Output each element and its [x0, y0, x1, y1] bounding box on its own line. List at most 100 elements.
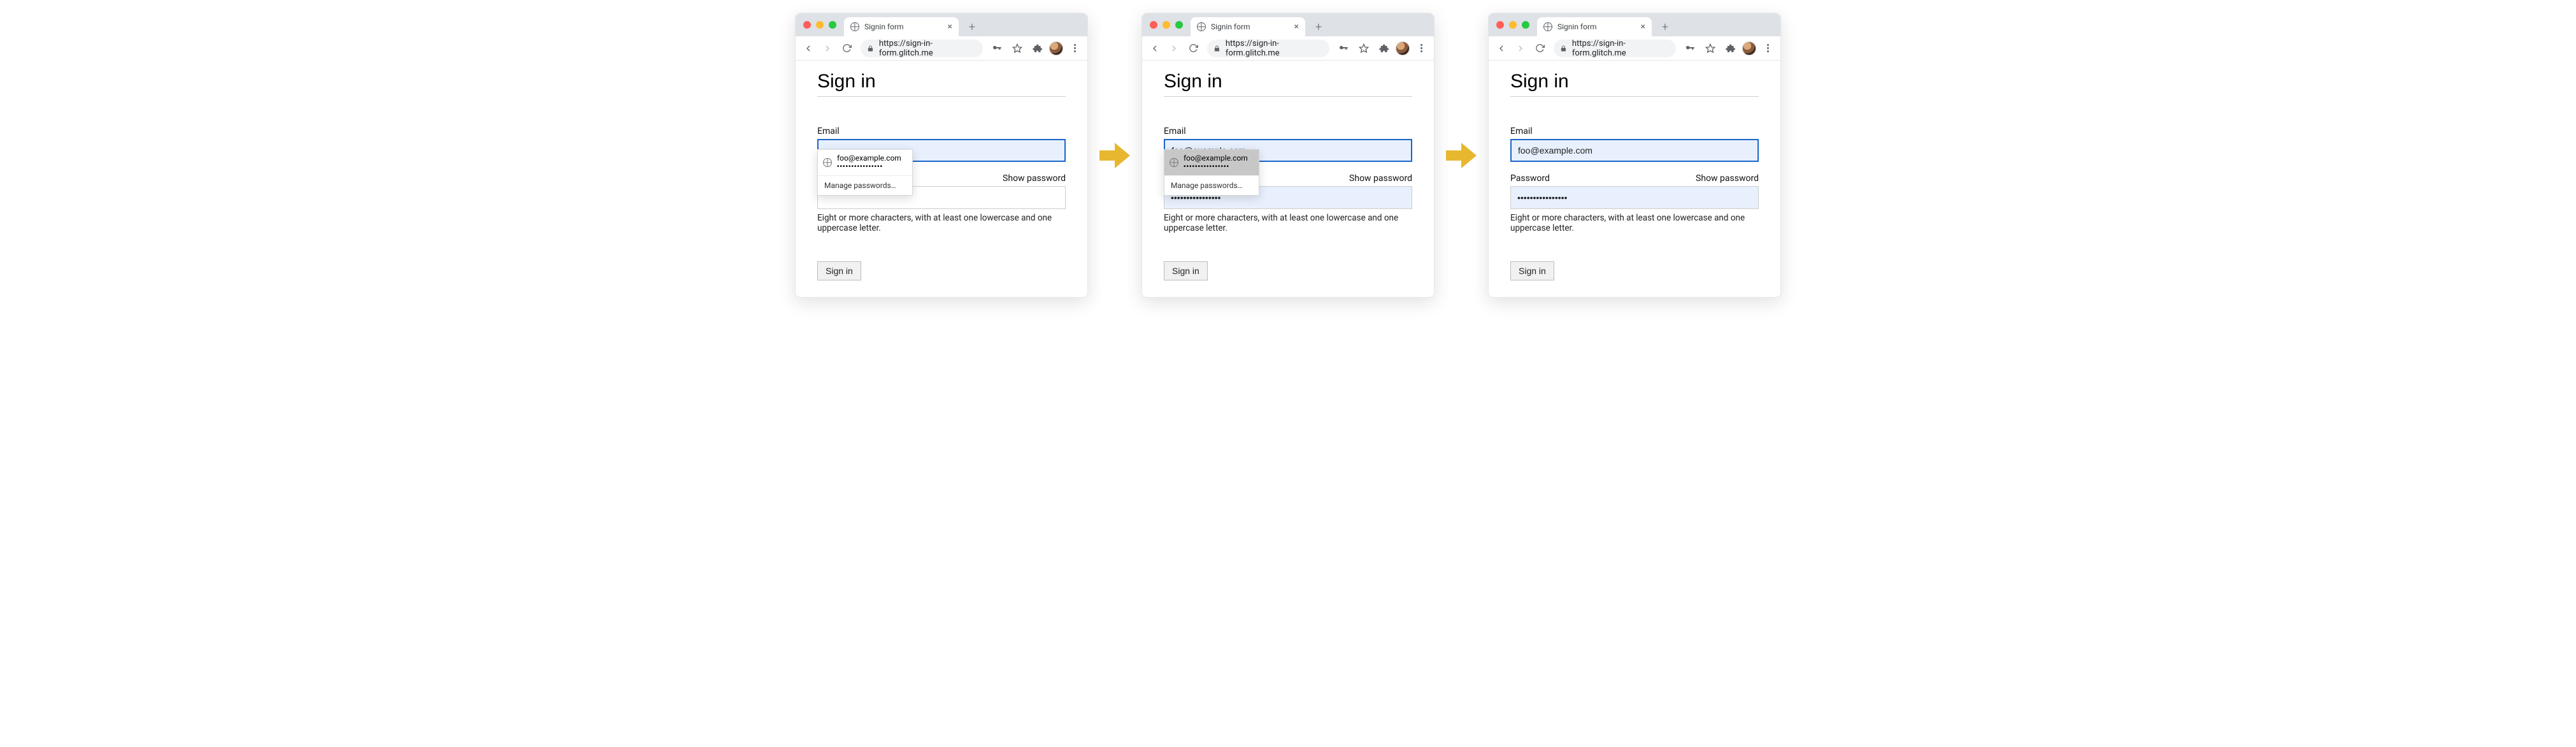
minimize-window-button[interactable] [1163, 21, 1170, 29]
divider [817, 96, 1066, 97]
email-field[interactable] [1510, 139, 1759, 162]
autofill-suggestion[interactable]: foo@example.com •••••••••••••••• [818, 150, 912, 176]
new-tab-button[interactable]: + [964, 18, 980, 35]
email-field-group: Email foo@example.com •••••••••••••••• M… [817, 126, 1066, 162]
address-bar[interactable]: https://sign-in-form.glitch.me [861, 40, 983, 57]
star-icon[interactable] [1355, 40, 1373, 57]
key-icon[interactable] [1681, 40, 1699, 57]
manage-passwords-link[interactable]: Manage passwords… [1164, 176, 1259, 195]
toolbar: https://sign-in-form.glitch.me [1142, 36, 1434, 61]
back-button[interactable] [1146, 40, 1164, 57]
globe-icon [1197, 22, 1206, 31]
autofill-email: foo@example.com [837, 154, 901, 163]
back-button[interactable] [799, 40, 817, 57]
forward-button[interactable] [819, 40, 836, 57]
tab-strip: Signin form × + [1489, 13, 1780, 36]
browser-window: Signin form × + https://sign-in-form.gli… [1141, 13, 1435, 298]
toolbar: https://sign-in-form.glitch.me [796, 36, 1087, 61]
maximize-window-button[interactable] [829, 21, 836, 29]
browser-tab[interactable]: Signin form × [844, 17, 959, 36]
autofill-dropdown: foo@example.com •••••••••••••••• Manage … [1164, 149, 1259, 196]
extensions-icon[interactable] [1722, 40, 1740, 57]
password-field[interactable] [1510, 186, 1759, 209]
password-hint: Eight or more characters, with at least … [1164, 213, 1412, 233]
globe-icon [850, 22, 859, 31]
autofill-password-mask: •••••••••••••••• [837, 163, 901, 171]
autofill-email: foo@example.com [1184, 154, 1248, 163]
extensions-icon[interactable] [1375, 40, 1393, 57]
key-icon[interactable] [1335, 40, 1352, 57]
tab-title: Signin form [1557, 22, 1597, 31]
toolbar: https://sign-in-form.glitch.me [1489, 36, 1780, 61]
show-password-toggle[interactable]: Show password [1696, 173, 1759, 184]
show-password-toggle[interactable]: Show password [1003, 173, 1066, 184]
menu-button[interactable] [1066, 40, 1084, 57]
maximize-window-button[interactable] [1522, 21, 1529, 29]
tab-title: Signin form [1211, 22, 1250, 31]
extensions-icon[interactable] [1029, 40, 1047, 57]
password-label: Password [1510, 173, 1550, 184]
globe-icon [1543, 22, 1552, 31]
autofill-dropdown: foo@example.com •••••••••••••••• Manage … [817, 149, 913, 196]
browser-window: Signin form × + https://sign-in-form.gli… [795, 13, 1088, 298]
star-icon[interactable] [1008, 40, 1026, 57]
key-icon[interactable] [988, 40, 1006, 57]
tab-strip: Signin form × + [1142, 13, 1434, 36]
signin-button[interactable]: Sign in [817, 261, 861, 280]
menu-button[interactable] [1412, 40, 1430, 57]
address-bar[interactable]: https://sign-in-form.glitch.me [1554, 40, 1676, 57]
reload-button[interactable] [1184, 40, 1202, 57]
window-controls [1150, 21, 1183, 29]
menu-button[interactable] [1759, 40, 1777, 57]
divider [1510, 96, 1759, 97]
forward-button[interactable] [1512, 40, 1529, 57]
new-tab-button[interactable]: + [1657, 18, 1673, 35]
signin-button[interactable]: Sign in [1164, 261, 1208, 280]
url-text: https://sign-in-form.glitch.me [1226, 39, 1323, 58]
new-tab-button[interactable]: + [1310, 18, 1327, 35]
minimize-window-button[interactable] [816, 21, 824, 29]
reload-button[interactable] [838, 40, 855, 57]
password-field-group: Password Show password Eight or more cha… [1510, 173, 1759, 233]
profile-avatar[interactable] [1396, 41, 1410, 55]
lock-icon [1213, 45, 1220, 52]
close-window-button[interactable] [803, 21, 811, 29]
reload-button[interactable] [1531, 40, 1549, 57]
minimize-window-button[interactable] [1509, 21, 1517, 29]
forward-button[interactable] [1165, 40, 1183, 57]
close-tab-icon[interactable]: × [948, 22, 952, 31]
close-window-button[interactable] [1496, 21, 1504, 29]
globe-icon [823, 158, 832, 167]
manage-passwords-link[interactable]: Manage passwords… [818, 176, 912, 195]
page-content: Sign in Email Password Show password Eig… [1489, 61, 1780, 297]
close-window-button[interactable] [1150, 21, 1157, 29]
show-password-toggle[interactable]: Show password [1349, 173, 1412, 184]
email-label: Email [1510, 126, 1533, 136]
star-icon[interactable] [1701, 40, 1719, 57]
tab-strip: Signin form × + [796, 13, 1087, 36]
email-field-group: Email [1510, 126, 1759, 162]
divider [1164, 96, 1412, 97]
page-title: Sign in [1510, 71, 1759, 92]
page-title: Sign in [817, 71, 1066, 92]
close-tab-icon[interactable]: × [1294, 22, 1299, 31]
globe-icon [1170, 158, 1178, 167]
browser-window: Signin form × + https://sign-in-form.gli… [1488, 13, 1781, 298]
profile-avatar[interactable] [1742, 41, 1756, 55]
signin-button[interactable]: Sign in [1510, 261, 1554, 280]
maximize-window-button[interactable] [1175, 21, 1183, 29]
profile-avatar[interactable] [1049, 41, 1063, 55]
browser-tab[interactable]: Signin form × [1537, 17, 1652, 36]
browser-tab[interactable]: Signin form × [1191, 17, 1305, 36]
vertical-dots-icon [1767, 44, 1769, 52]
address-bar[interactable]: https://sign-in-form.glitch.me [1207, 40, 1329, 57]
url-text: https://sign-in-form.glitch.me [1572, 39, 1670, 58]
back-button[interactable] [1492, 40, 1510, 57]
vertical-dots-icon [1420, 44, 1422, 52]
autofill-suggestion[interactable]: foo@example.com •••••••••••••••• [1164, 150, 1259, 176]
window-controls [803, 21, 836, 29]
close-tab-icon[interactable]: × [1641, 22, 1645, 31]
email-label: Email [817, 126, 840, 136]
email-label: Email [1164, 126, 1186, 136]
arrow-right-icon [1446, 143, 1477, 168]
